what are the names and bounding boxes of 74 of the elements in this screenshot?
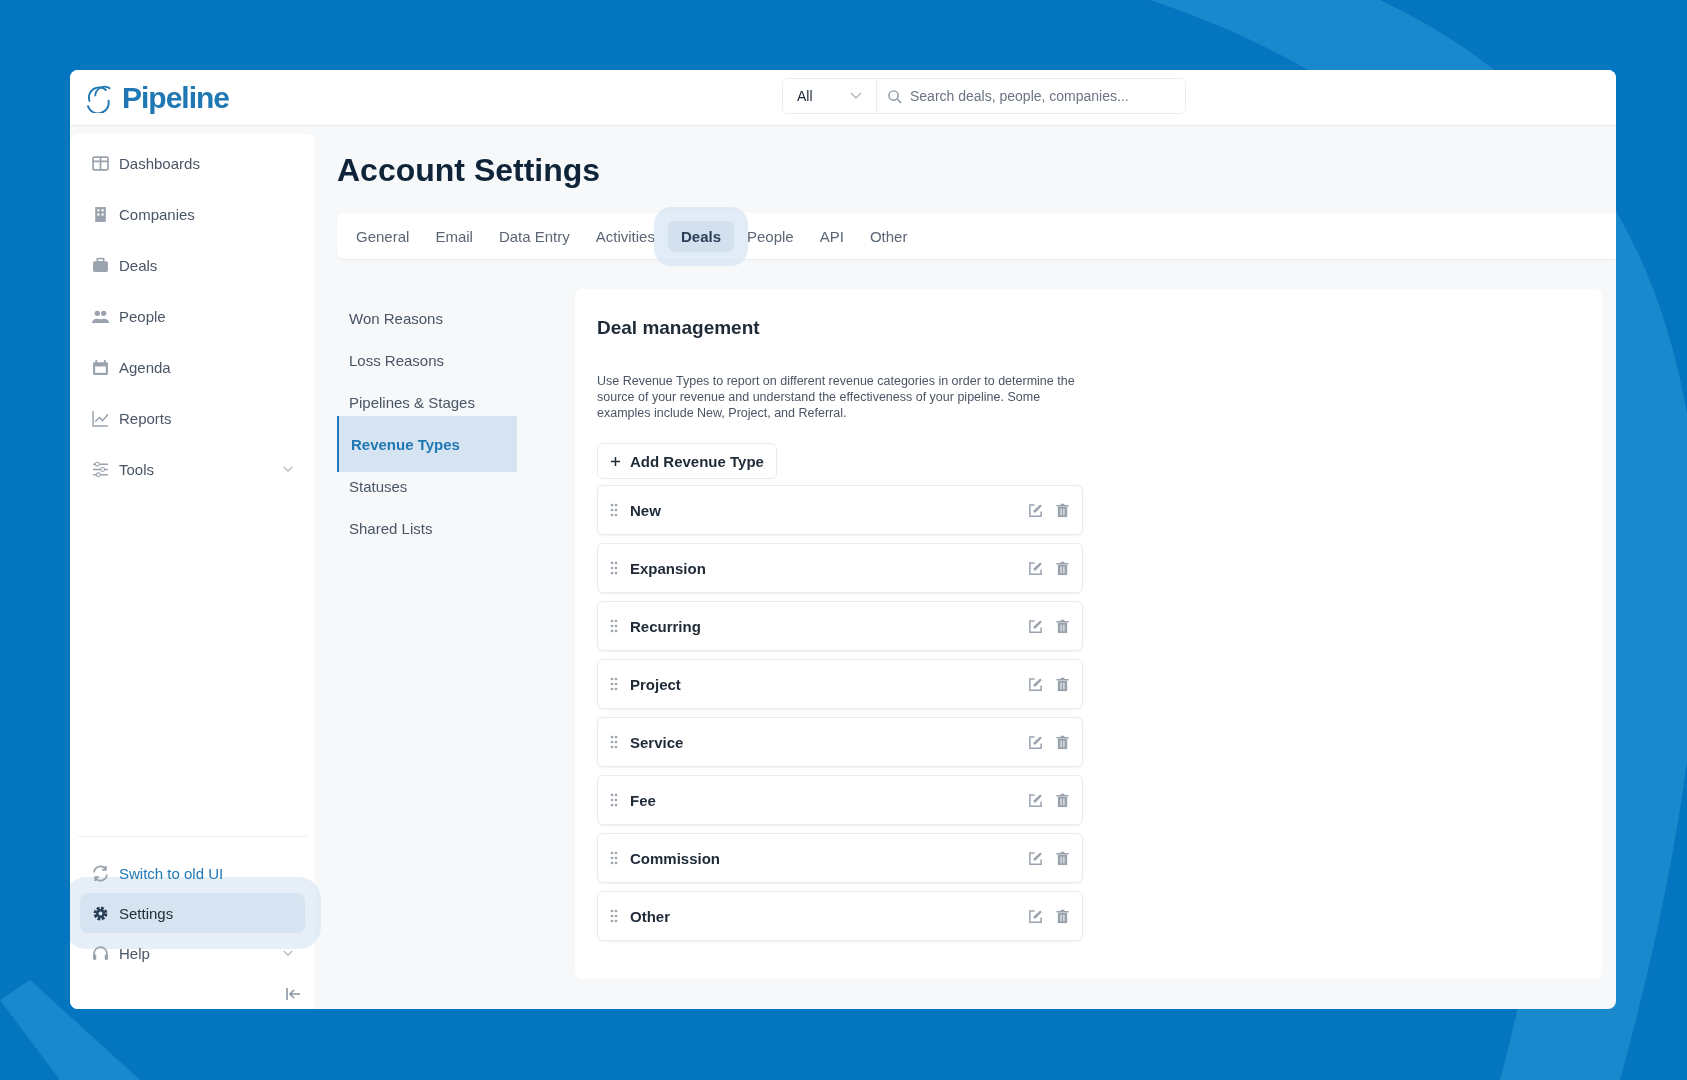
revenue-type-name: Expansion xyxy=(630,559,707,577)
panel-description: Use Revenue Types to report on different revenue categories in order to determine the source of your revenue and understand the effectiveness of your pipeline. Some examples include New, Project, and Referral. xyxy=(597,373,1076,421)
delete-icon[interactable] xyxy=(1055,676,1070,692)
chevron-down-icon xyxy=(850,92,862,100)
search-icon xyxy=(887,89,902,104)
settings-tab[interactable]: Other xyxy=(856,220,921,252)
settings-tab[interactable]: Data Entry xyxy=(485,220,583,252)
search-bar[interactable]: All Search deals, people, companies... xyxy=(782,78,1186,114)
settings-tab[interactable]: People xyxy=(734,220,807,252)
delete-icon[interactable] xyxy=(1055,792,1070,808)
sliders-icon xyxy=(92,460,109,478)
submenu-item[interactable]: Revenue Types xyxy=(337,416,517,472)
delete-icon[interactable] xyxy=(1055,908,1070,924)
drag-handle-icon[interactable] xyxy=(610,619,618,633)
delete-icon[interactable] xyxy=(1055,734,1070,750)
chevron-down-icon xyxy=(283,949,293,957)
revenue-type-name: Service xyxy=(630,733,685,751)
delete-icon[interactable] xyxy=(1055,850,1070,866)
delete-icon[interactable] xyxy=(1055,502,1070,518)
drag-handle-icon[interactable] xyxy=(610,735,618,749)
dashboard-icon xyxy=(92,154,109,172)
sidebar-item[interactable]: Settings xyxy=(80,893,305,933)
delete-icon[interactable] xyxy=(1055,560,1070,576)
headphones-icon xyxy=(92,944,109,962)
sidebar-item[interactable]: Companies xyxy=(80,193,305,235)
submenu-item[interactable]: Loss Reasons xyxy=(337,339,575,381)
add-revenue-type-button[interactable]: Add Revenue Type xyxy=(597,443,777,479)
drag-handle-icon[interactable] xyxy=(610,503,618,517)
page-title: Account Settings xyxy=(337,152,602,189)
settings-tab[interactable]: General xyxy=(343,220,423,252)
sidebar-item[interactable]: Help xyxy=(80,933,305,973)
submenu-item[interactable]: Won Reasons xyxy=(337,297,575,339)
settings-tab[interactable]: Activities xyxy=(582,220,668,252)
edit-icon[interactable] xyxy=(1028,502,1043,518)
sidebar-item[interactable]: Dashboards xyxy=(80,142,305,184)
submenu-item[interactable]: Shared Lists xyxy=(337,507,575,549)
revenue-type-name: Fee xyxy=(630,791,657,809)
edit-icon[interactable] xyxy=(1028,560,1043,576)
building-icon xyxy=(92,205,109,223)
drag-handle-icon[interactable] xyxy=(610,561,618,575)
collapse-sidebar-icon[interactable] xyxy=(285,987,301,1001)
edit-icon[interactable] xyxy=(1028,850,1043,866)
revenue-type-name: Other xyxy=(630,907,671,925)
switch-ui-link[interactable]: Switch to old UI xyxy=(80,853,305,893)
app-logo-text: Pipeline xyxy=(122,80,230,115)
gear-icon xyxy=(92,904,109,922)
settings-tab[interactable]: API xyxy=(806,220,857,252)
drag-handle-icon[interactable] xyxy=(610,909,618,923)
revenue-type-name: Project xyxy=(630,675,682,693)
delete-icon[interactable] xyxy=(1055,618,1070,634)
edit-icon[interactable] xyxy=(1028,618,1043,634)
sidebar-item[interactable]: Reports xyxy=(80,397,305,439)
sidebar-item[interactable]: Agenda xyxy=(80,346,305,388)
drag-handle-icon[interactable] xyxy=(610,793,618,807)
calendar-icon xyxy=(92,358,109,376)
drag-handle-icon[interactable] xyxy=(610,677,618,691)
revenue-type-name: Recurring xyxy=(630,617,702,635)
refresh-icon xyxy=(92,864,109,882)
edit-icon[interactable] xyxy=(1028,676,1043,692)
briefcase-icon xyxy=(92,256,109,274)
panel-title: Deal management xyxy=(597,317,761,339)
sidebar-item[interactable]: Deals xyxy=(80,244,305,286)
edit-icon[interactable] xyxy=(1028,908,1043,924)
drag-handle-icon[interactable] xyxy=(610,851,618,865)
chevron-down-icon xyxy=(283,465,293,473)
plus-icon xyxy=(610,455,621,467)
revenue-type-name: Commission xyxy=(630,849,721,867)
settings-tab[interactable]: Email xyxy=(422,220,486,252)
sidebar-item[interactable]: Tools xyxy=(80,448,305,490)
edit-icon[interactable] xyxy=(1028,792,1043,808)
revenue-type-name: New xyxy=(630,501,662,519)
edit-icon[interactable] xyxy=(1028,734,1043,750)
chart-icon xyxy=(92,409,109,427)
sidebar-item[interactable]: People xyxy=(80,295,305,337)
